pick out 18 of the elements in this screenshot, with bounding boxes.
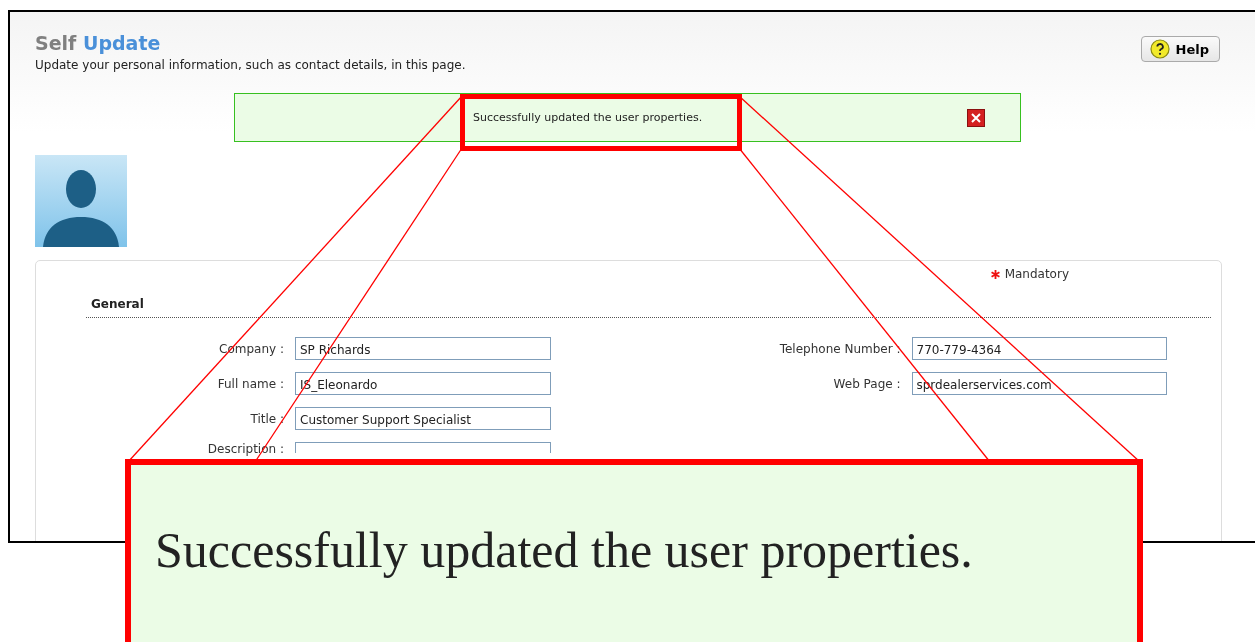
input-field[interactable]: Customer Support Specialist <box>295 407 551 430</box>
page-subtitle: Update your personal information, such as contact details, in this page. <box>35 58 466 72</box>
avatar-icon <box>35 155 127 247</box>
mandatory-note: Mandatory <box>1004 267 1069 281</box>
success-message: Successfully updated the user properties. <box>473 111 703 124</box>
help-button[interactable]: Help <box>1140 36 1220 62</box>
close-icon[interactable] <box>967 108 985 127</box>
section-heading: General <box>86 297 1211 318</box>
asterisk-icon <box>989 268 1001 280</box>
field-label: Title : <box>249 411 284 426</box>
input-field[interactable] <box>295 442 551 453</box>
field-label: Telephone Number : <box>778 341 901 356</box>
page-title: Self Update <box>35 32 162 54</box>
callout-text: Successfully updated the user properties. <box>155 521 973 579</box>
help-icon <box>1149 39 1170 59</box>
input-field[interactable]: 770-779-4364 <box>911 337 1167 360</box>
field-label: Full name : <box>216 376 284 391</box>
field-label: Web Page : <box>832 376 901 391</box>
